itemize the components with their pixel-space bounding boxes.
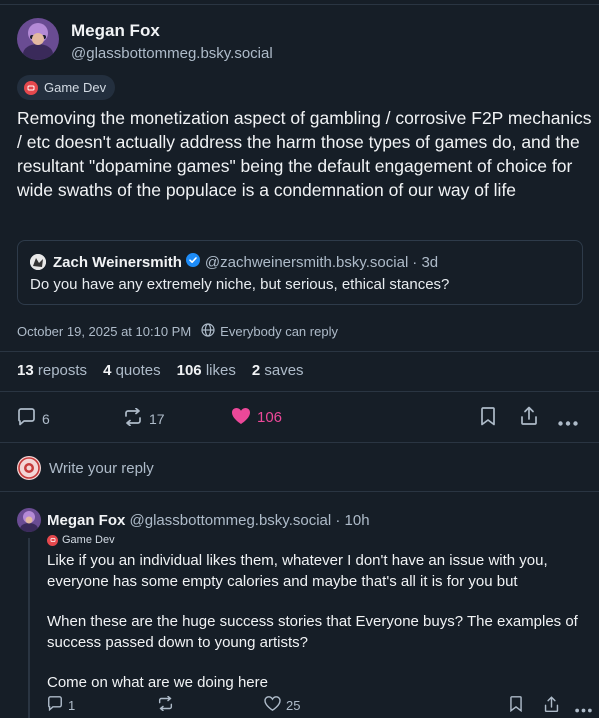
reply-like-button[interactable]: 25: [264, 696, 300, 714]
reply-reply-count: 1: [68, 697, 76, 713]
reply-reply-button[interactable]: 1: [47, 696, 75, 714]
author-avatar[interactable]: [17, 18, 59, 60]
like-button[interactable]: 106: [231, 407, 282, 428]
repost-icon: [123, 407, 143, 429]
divider: [0, 491, 599, 492]
reply-tag-label: Game Dev: [62, 534, 115, 546]
share-icon: [519, 406, 539, 429]
write-reply-placeholder: Write your reply: [49, 459, 154, 477]
share-icon: [543, 696, 560, 716]
reply-header: Megan Fox @glassbottommeg.bsky.social · …: [47, 512, 370, 529]
heart-filled-icon: [231, 407, 251, 428]
write-reply-prompt[interactable]: Write your reply: [17, 456, 154, 480]
verified-check-icon: [185, 253, 200, 271]
reply-more-options-button[interactable]: [575, 701, 592, 716]
like-count: 106: [257, 409, 283, 426]
likes-stat[interactable]: 106 likes: [177, 362, 236, 379]
reply-bookmark-button[interactable]: [509, 696, 523, 715]
reply-like-count: 25: [286, 697, 301, 713]
reply-text: Like if you an individual likes them, wh…: [47, 551, 587, 714]
reply-author-name[interactable]: Megan Fox: [47, 512, 125, 529]
post-timestamp[interactable]: October 19, 2025 at 10:10 PM: [17, 324, 191, 339]
reply-count: 6: [42, 410, 50, 427]
reply-time: · 10h: [335, 512, 370, 529]
reply-paragraph: Like if you an individual likes them, wh…: [47, 552, 548, 590]
top-divider: [0, 4, 599, 5]
more-dots-icon: [558, 413, 578, 429]
tag-game-dev[interactable]: Game Dev: [17, 75, 116, 100]
feed-icon: [47, 534, 58, 546]
quote-author-name: Zach Weinersmith: [53, 253, 182, 271]
reply-actions: 1 25: [47, 695, 592, 715]
reply-author-handle[interactable]: @glassbottommeg.bsky.social: [130, 512, 332, 529]
reply-setting: Everybody can reply: [220, 324, 338, 339]
quotes-stat[interactable]: 4 quotes: [103, 362, 161, 379]
author-name[interactable]: Megan Fox: [71, 21, 273, 41]
repost-button[interactable]: 17: [123, 407, 165, 429]
reply-icon: [47, 696, 63, 714]
post-header: Megan Fox @glassbottommeg.bsky.social: [17, 18, 273, 62]
divider: [0, 351, 599, 352]
quote-avatar: [30, 254, 46, 270]
reply-paragraph: When these are the huge success stories …: [47, 613, 578, 651]
bookmark-icon: [509, 696, 523, 715]
quote-author-handle: @zachweinersmith.bsky.social: [204, 253, 409, 271]
reply-repost-button[interactable]: [157, 695, 174, 714]
reply-tag-game-dev[interactable]: Game Dev: [47, 534, 115, 546]
more-dots-icon: [575, 701, 592, 716]
feed-icon: [24, 80, 38, 95]
quoted-post[interactable]: Zach Weinersmith @zachweinersmith.bsky.s…: [17, 240, 583, 305]
post-text: Removing the monetization aspect of gamb…: [17, 108, 592, 200]
heart-outline-icon: [264, 696, 281, 714]
author-handle[interactable]: @glassbottommeg.bsky.social: [71, 45, 273, 62]
repost-icon: [157, 695, 174, 714]
thread-line: [28, 538, 30, 718]
reply-author-avatar[interactable]: [17, 508, 41, 532]
saves-stat[interactable]: 2 saves: [252, 362, 304, 379]
reply-icon: [17, 408, 36, 429]
post-stats: 13 reposts 4 quotes 106 likes 2 saves: [17, 362, 304, 379]
divider: [0, 442, 599, 443]
reply-button[interactable]: 6: [17, 408, 50, 429]
globe-icon: [201, 323, 215, 340]
share-button[interactable]: [519, 406, 539, 429]
divider: [0, 391, 599, 392]
bookmark-button[interactable]: [480, 407, 496, 429]
reposts-stat[interactable]: 13 reposts: [17, 362, 87, 379]
post-actions: 6 17 106: [0, 404, 599, 430]
reply-share-button[interactable]: [543, 696, 560, 716]
post-meta: October 19, 2025 at 10:10 PM Everybody c…: [17, 323, 338, 340]
tag-label: Game Dev: [44, 80, 107, 95]
quote-text: Do you have any extremely niche, but ser…: [30, 276, 450, 293]
reply-paragraph: Come on what are we doing here: [47, 674, 268, 691]
repost-count: 17: [149, 410, 165, 427]
more-options-button[interactable]: [558, 413, 578, 429]
quote-time: · 3d: [412, 253, 439, 271]
bookmark-icon: [480, 407, 496, 429]
current-user-avatar: [17, 456, 41, 480]
